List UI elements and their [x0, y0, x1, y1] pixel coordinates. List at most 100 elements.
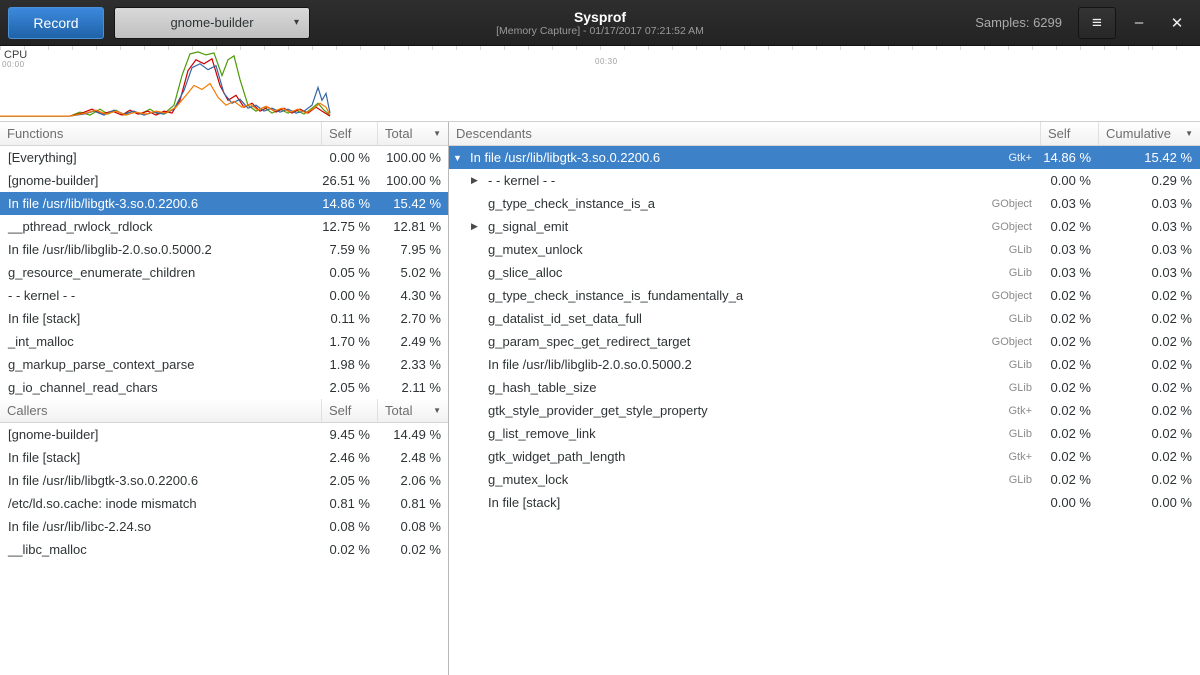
expander-icon[interactable]: ▼	[453, 153, 470, 163]
cumulative-percent: 0.03 %	[1098, 242, 1200, 257]
descendant-name: gtk_widget_path_length	[488, 449, 974, 464]
total-percent: 0.81 %	[377, 496, 448, 511]
table-row[interactable]: g_datalist_id_set_data_full GLib 0.02 % …	[449, 307, 1200, 330]
table-row[interactable]: g_markup_parse_context_parse 1.98 % 2.33…	[0, 353, 448, 376]
table-row[interactable]: In file [stack] 0.11 % 2.70 %	[0, 307, 448, 330]
cpu-usage-graph[interactable]: CPU 00:00 00:30	[0, 46, 1200, 122]
sort-arrow-icon: ▼	[433, 406, 441, 415]
total-percent: 0.02 %	[377, 542, 448, 557]
self-percent: 0.81 %	[321, 496, 377, 511]
function-name: g_markup_parse_context_parse	[0, 357, 321, 372]
menu-button[interactable]: ≡	[1078, 7, 1116, 39]
table-row[interactable]: g_param_spec_get_redirect_target GObject…	[449, 330, 1200, 353]
descendants-cumulative-column-header[interactable]: Cumulative ▼	[1098, 122, 1200, 145]
table-row[interactable]: _int_malloc 1.70 % 2.49 %	[0, 330, 448, 353]
table-row[interactable]: g_mutex_unlock GLib 0.03 % 0.03 %	[449, 238, 1200, 261]
self-percent: 12.75 %	[321, 219, 377, 234]
close-button[interactable]: ✕	[1162, 7, 1192, 39]
table-row[interactable]: [Everything] 0.00 % 100.00 %	[0, 146, 448, 169]
minimize-button[interactable]: –	[1124, 7, 1154, 39]
descendant-name: - - kernel - -	[488, 173, 974, 188]
table-row[interactable]: g_type_check_instance_is_a GObject 0.03 …	[449, 192, 1200, 215]
table-row[interactable]: In file /usr/lib/libgtk-3.so.0.2200.6 2.…	[0, 469, 448, 492]
total-percent: 2.06 %	[377, 473, 448, 488]
self-percent: 0.02 %	[1040, 449, 1098, 464]
table-row[interactable]: In file /usr/lib/libglib-2.0.so.0.5000.2…	[0, 238, 448, 261]
total-percent: 14.49 %	[377, 427, 448, 442]
self-percent: 0.03 %	[1040, 265, 1098, 280]
descendant-name: g_mutex_lock	[488, 472, 974, 487]
table-row[interactable]: In file /usr/lib/libglib-2.0.so.0.5000.2…	[449, 353, 1200, 376]
library-label: GObject	[974, 290, 1040, 302]
descendant-name: gtk_style_provider_get_style_property	[488, 403, 974, 418]
callers-total-column-header[interactable]: Total ▼	[377, 399, 448, 422]
table-row[interactable]: In file [stack] 0.00 % 0.00 %	[449, 491, 1200, 514]
callers-self-column-header[interactable]: Self	[321, 399, 377, 422]
table-row[interactable]: /etc/ld.so.cache: inode mismatch 0.81 % …	[0, 492, 448, 515]
functions-total-column-header[interactable]: Total ▼	[377, 122, 448, 145]
function-name: g_io_channel_read_chars	[0, 380, 321, 395]
descendant-name: g_signal_emit	[488, 219, 974, 234]
self-percent: 0.08 %	[321, 519, 377, 534]
functions-self-column-header[interactable]: Self	[321, 122, 377, 145]
table-row[interactable]: g_list_remove_link GLib 0.02 % 0.02 %	[449, 422, 1200, 445]
self-percent: 0.02 %	[1040, 403, 1098, 418]
table-row[interactable]: gtk_style_provider_get_style_property Gt…	[449, 399, 1200, 422]
expander-icon[interactable]: ▶	[471, 221, 488, 232]
self-percent: 26.51 %	[321, 173, 377, 188]
table-row[interactable]: g_resource_enumerate_children 0.05 % 5.0…	[0, 261, 448, 284]
table-row[interactable]: gtk_widget_path_length Gtk+ 0.02 % 0.02 …	[449, 445, 1200, 468]
cumulative-percent: 0.02 %	[1098, 334, 1200, 349]
callers-column-header[interactable]: Callers	[0, 399, 321, 422]
table-row[interactable]: [gnome-builder] 9.45 % 14.49 %	[0, 423, 448, 446]
function-name: [Everything]	[0, 150, 321, 165]
descendant-name: g_list_remove_link	[488, 426, 974, 441]
table-row[interactable]: g_type_check_instance_is_fundamentally_a…	[449, 284, 1200, 307]
callers-header-row: Callers Self Total ▼	[0, 399, 448, 423]
library-label: GLib	[974, 428, 1040, 440]
cumulative-percent: 0.02 %	[1098, 357, 1200, 372]
self-percent: 0.00 %	[321, 150, 377, 165]
functions-column-header[interactable]: Functions	[0, 122, 321, 145]
table-row[interactable]: In file /usr/lib/libc-2.24.so 0.08 % 0.0…	[0, 515, 448, 538]
expander-icon[interactable]: ▶	[471, 175, 488, 186]
self-percent: 2.46 %	[321, 450, 377, 465]
record-button[interactable]: Record	[8, 7, 104, 39]
table-row[interactable]: __pthread_rwlock_rdlock 12.75 % 12.81 %	[0, 215, 448, 238]
total-percent: 100.00 %	[377, 173, 448, 188]
table-row[interactable]: __libc_malloc 0.02 % 0.02 %	[0, 538, 448, 561]
self-percent: 2.05 %	[321, 380, 377, 395]
table-row[interactable]: In file [stack] 2.46 % 2.48 %	[0, 446, 448, 469]
cumulative-percent: 15.42 %	[1098, 150, 1200, 165]
cumulative-percent: 0.02 %	[1098, 380, 1200, 395]
self-percent: 0.02 %	[1040, 357, 1098, 372]
total-percent: 0.08 %	[377, 519, 448, 534]
table-row[interactable]: [gnome-builder] 26.51 % 100.00 %	[0, 169, 448, 192]
table-row[interactable]: g_io_channel_read_chars 2.05 % 2.11 %	[0, 376, 448, 399]
table-row[interactable]: In file /usr/lib/libgtk-3.so.0.2200.6 14…	[0, 192, 448, 215]
total-percent: 2.70 %	[377, 311, 448, 326]
self-percent: 0.03 %	[1040, 242, 1098, 257]
sort-arrow-icon: ▼	[1185, 129, 1193, 138]
capture-subtitle: [Memory Capture] - 01/17/2017 07:21:52 A…	[496, 25, 704, 38]
self-percent: 0.02 %	[1040, 426, 1098, 441]
table-row[interactable]: ▼ In file /usr/lib/libgtk-3.so.0.2200.6 …	[449, 146, 1200, 169]
descendants-column-header[interactable]: Descendants	[449, 122, 1040, 145]
total-percent: 4.30 %	[377, 288, 448, 303]
process-selector-dropdown[interactable]: gnome-builder ▾	[114, 7, 310, 39]
descendants-self-column-header[interactable]: Self	[1040, 122, 1098, 145]
total-percent: 7.95 %	[377, 242, 448, 257]
self-percent: 0.00 %	[321, 288, 377, 303]
descendant-name: g_type_check_instance_is_fundamentally_a	[488, 288, 974, 303]
self-percent: 1.70 %	[321, 334, 377, 349]
function-name: In file /usr/lib/libglib-2.0.so.0.5000.2	[0, 242, 321, 257]
library-label: GLib	[974, 244, 1040, 256]
table-row[interactable]: g_hash_table_size GLib 0.02 % 0.02 %	[449, 376, 1200, 399]
self-percent: 0.00 %	[1040, 173, 1098, 188]
cumulative-percent: 0.02 %	[1098, 288, 1200, 303]
table-row[interactable]: g_mutex_lock GLib 0.02 % 0.02 %	[449, 468, 1200, 491]
table-row[interactable]: - - kernel - - 0.00 % 4.30 %	[0, 284, 448, 307]
table-row[interactable]: ▶ - - kernel - - 0.00 % 0.29 %	[449, 169, 1200, 192]
table-row[interactable]: ▶ g_signal_emit GObject 0.02 % 0.03 %	[449, 215, 1200, 238]
table-row[interactable]: g_slice_alloc GLib 0.03 % 0.03 %	[449, 261, 1200, 284]
